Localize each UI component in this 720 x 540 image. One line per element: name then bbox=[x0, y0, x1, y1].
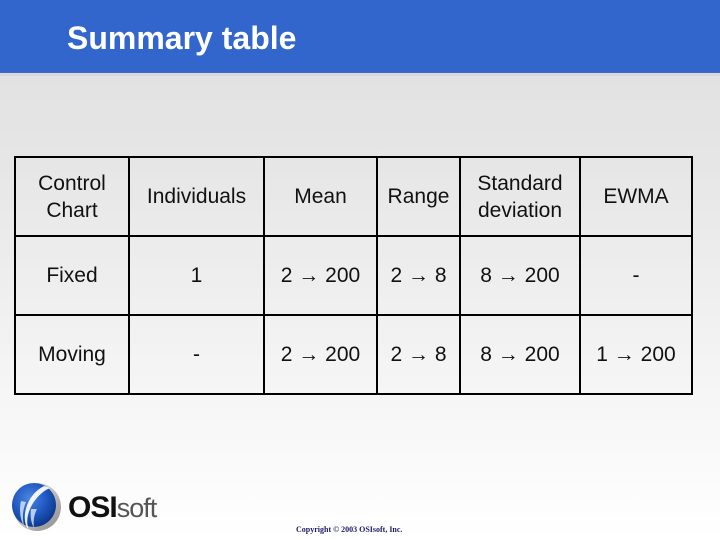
cell-chart-type: Moving bbox=[14, 314, 130, 395]
header-line: Mean bbox=[294, 185, 347, 208]
header-line: deviation bbox=[477, 198, 563, 222]
header-cell-individuals: Individuals bbox=[128, 156, 265, 237]
header-line: Chart bbox=[46, 198, 98, 222]
table-row: Moving - 2 → 200 2 → 8 8 → 200 1 → 200 bbox=[14, 314, 693, 395]
cell-ewma: 1 → 200 bbox=[579, 314, 693, 395]
header-line: Standard bbox=[477, 171, 563, 195]
header-line: Range bbox=[387, 185, 450, 208]
summary-table: Control Chart Individuals Mean Range Sta… bbox=[14, 156, 693, 395]
header-line: Individuals bbox=[146, 185, 247, 208]
osisoft-globe-icon bbox=[12, 483, 61, 531]
cell-individuals: 1 bbox=[128, 235, 265, 316]
cell-standard-deviation: 8 → 200 bbox=[459, 314, 581, 395]
copyright-notice: Copyright © 2003 OSIsoft, Inc. bbox=[296, 525, 403, 534]
logo-text-soft: soft bbox=[116, 493, 158, 523]
header-cell-ewma: EWMA bbox=[579, 156, 693, 237]
title-bar-shadow bbox=[0, 73, 720, 76]
header-line: Control bbox=[38, 171, 106, 195]
header-cell-control-chart: Control Chart bbox=[14, 156, 130, 237]
cell-range: 2 → 8 bbox=[376, 314, 461, 395]
osisoft-wordmark: OSIsoft bbox=[68, 491, 158, 525]
cell-chart-type: Fixed bbox=[14, 235, 130, 316]
cell-mean: 2 → 200 bbox=[263, 235, 378, 316]
header-cell-mean: Mean bbox=[263, 156, 378, 237]
cell-individuals: - bbox=[128, 314, 265, 395]
cell-mean: 2 → 200 bbox=[263, 314, 378, 395]
cell-standard-deviation: 8 → 200 bbox=[459, 235, 581, 316]
header-line: EWMA bbox=[603, 185, 669, 208]
slide-title: Summary table bbox=[67, 20, 297, 56]
cell-range: 2 → 8 bbox=[376, 235, 461, 316]
table-row: Fixed 1 2 → 200 2 → 8 8 → 200 - bbox=[14, 235, 693, 316]
header-cell-standard-deviation: Standard deviation bbox=[459, 156, 581, 237]
logo-text-osi: OSI bbox=[68, 491, 118, 524]
title-bar: Summary table bbox=[0, 0, 720, 73]
cell-ewma: - bbox=[579, 235, 693, 316]
header-cell-range: Range bbox=[376, 156, 461, 237]
table-header-row: Control Chart Individuals Mean Range Sta… bbox=[14, 156, 693, 237]
osisoft-logo: OSIsoft bbox=[10, 481, 158, 533]
